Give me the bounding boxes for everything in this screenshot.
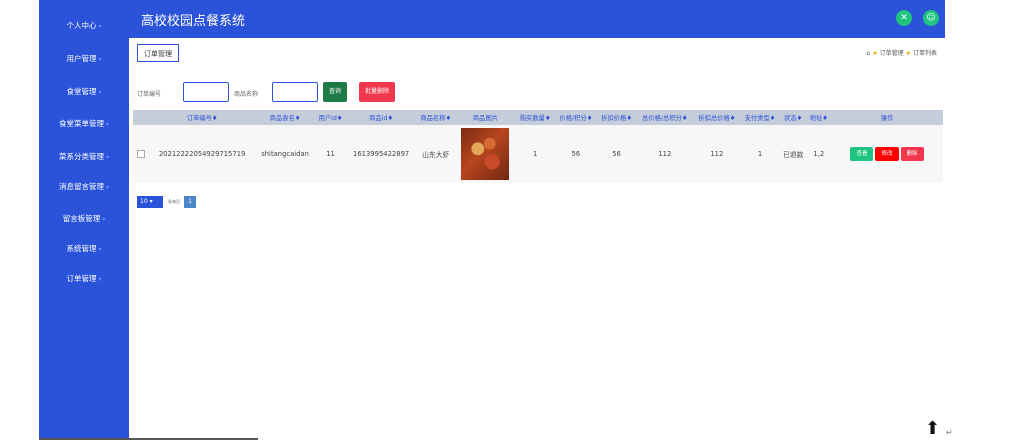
cell-discount-price: 56	[612, 150, 621, 158]
delete-button[interactable]: 删除	[900, 147, 924, 161]
star-icon: ★	[872, 50, 878, 57]
upload-icon[interactable]: ⬆	[925, 420, 940, 438]
row-select[interactable]	[133, 125, 149, 183]
column-header[interactable]: 购买数量♦	[515, 110, 554, 125]
sidebar-item-users[interactable]: 用户管理 ▾	[39, 53, 129, 64]
cell-actions: 查看 修改 删除	[831, 125, 943, 183]
page-number[interactable]: 1	[184, 196, 196, 208]
cell-discount-total: 112	[710, 150, 724, 158]
cell-total-price: 112	[658, 150, 672, 158]
sidebar-item-cuisine-category[interactable]: 菜系分类管理 ▾	[39, 151, 129, 162]
sidebar-item-label: 食堂管理	[66, 87, 97, 96]
return-mark-icon: ↵	[946, 428, 953, 437]
product-name-input[interactable]	[272, 82, 318, 102]
table-row: 20212222054929715719 shitangcaidan 11 16…	[133, 125, 943, 183]
sidebar: 个人中心 ▾ 用户管理 ▾ 食堂管理 ▾ 食堂菜单管理 ▾ 菜系分类管理 ▾ 消息留言管理…	[39, 0, 129, 438]
page-size-text: 条每页	[168, 199, 180, 204]
column-header: 操作	[880, 115, 894, 122]
chevron-down-icon: ▾	[98, 246, 102, 253]
chevron-down-icon: ▾	[98, 56, 102, 63]
column-header[interactable]: 折扣价格♦	[597, 110, 636, 125]
breadcrumb-item: 订单列表	[912, 50, 937, 57]
cell-pay-type: 1	[757, 150, 763, 158]
column-header[interactable]: 总价格/总积分♦	[636, 110, 693, 125]
edit-button[interactable]: 修改	[875, 147, 899, 161]
chevron-down-icon: ▾	[98, 89, 102, 96]
column-header[interactable]: 商品id♦	[346, 110, 416, 125]
sidebar-item-canteen[interactable]: 食堂管理 ▾	[39, 86, 129, 97]
header: 高校校园点餐系统 ✕ ☺	[39, 0, 945, 38]
home-icon[interactable]: ⌂	[866, 50, 870, 57]
chevron-down-icon: ▾	[105, 121, 109, 128]
sidebar-item-label: 消息留言管理	[58, 182, 104, 191]
column-header[interactable]: 用户id♦	[315, 110, 346, 125]
breadcrumb-item[interactable]: 订单管理	[880, 50, 904, 57]
sidebar-item-system[interactable]: 系统管理 ▾	[39, 243, 129, 254]
star-icon: ★	[905, 50, 911, 57]
order-no-input[interactable]	[183, 82, 229, 102]
column-header[interactable]: 折扣总价格♦	[693, 110, 740, 125]
column-header[interactable]: 状态♦	[780, 110, 807, 125]
view-button[interactable]: 查看	[850, 147, 874, 161]
cell-user-id: 11	[326, 150, 335, 158]
cell-price: 56	[571, 150, 581, 158]
column-header: 商品图片	[472, 115, 499, 122]
cell-address: 1,2	[813, 150, 825, 158]
sidebar-item-label: 食堂菜单管理	[58, 119, 104, 128]
order-no-label: 订单编号	[137, 91, 162, 98]
column-header[interactable]: 价格/积分♦	[555, 110, 597, 125]
column-header[interactable]: 商品名称♦	[416, 110, 455, 125]
query-button[interactable]: 查询	[323, 82, 348, 102]
cell-table-name: shitangcaidan	[261, 150, 309, 158]
cell-product-name: 山东大虾	[422, 151, 450, 159]
horizontal-scrollbar[interactable]	[39, 438, 258, 440]
product-name-label: 商品名称	[234, 91, 259, 98]
sidebar-item-label: 菜系分类管理	[58, 152, 104, 161]
cell-order-no: 20212222054929715719	[158, 150, 246, 158]
sidebar-item-label: 订单管理	[66, 274, 97, 283]
column-header[interactable]: 地址♦	[807, 110, 831, 125]
column-header[interactable]: 订单编号♦	[149, 110, 255, 125]
cell-status: 已退款	[782, 151, 804, 159]
sidebar-item-orders[interactable]: 订单管理 ▾	[39, 273, 129, 284]
close-icon[interactable]: ✕	[896, 10, 912, 26]
select-all-header[interactable]	[133, 110, 149, 125]
cell-product-image	[455, 125, 515, 183]
cell-quantity: 1	[533, 150, 538, 158]
app-title: 高校校园点餐系统	[141, 14, 246, 29]
page-size-value: 10	[140, 198, 148, 205]
chevron-down-icon: ▾	[149, 198, 153, 205]
chevron-down-icon: ▾	[105, 154, 109, 161]
column-header[interactable]: 商品表名♦	[255, 110, 315, 125]
chevron-down-icon: ▾	[102, 216, 106, 223]
product-image	[461, 128, 510, 180]
chevron-down-icon: ▾	[105, 184, 109, 191]
row-checkbox[interactable]	[137, 150, 145, 158]
sidebar-item-messages[interactable]: 消息留言管理 ▾	[39, 181, 129, 192]
table-header-row: 订单编号♦ 商品表名♦ 用户id♦ 商品id♦ 商品名称♦ 商品图片 购买数量♦…	[133, 110, 943, 125]
orders-table: 订单编号♦ 商品表名♦ 用户id♦ 商品id♦ 商品名称♦ 商品图片 购买数量♦…	[133, 110, 943, 183]
app-window: 个人中心 ▾ 用户管理 ▾ 食堂管理 ▾ 食堂菜单管理 ▾ 菜系分类管理 ▾ 消息留言管理…	[39, 0, 945, 438]
sidebar-item-label: 用户管理	[66, 54, 97, 63]
user-icon[interactable]: ☺	[923, 10, 939, 26]
sidebar-item-message-board[interactable]: 留言板管理 ▾	[39, 213, 129, 224]
sidebar-item-canteen-menu[interactable]: 食堂菜单管理 ▾	[39, 118, 129, 129]
sidebar-item-label: 留言板管理	[62, 214, 101, 223]
tab-orders[interactable]: 订单管理	[137, 44, 179, 62]
main-content: 订单管理 ⌂ ★ 订单管理 ★ 订单列表 订单编号 商品名称 查询 批量删除 订单编号♦…	[129, 38, 945, 438]
batch-delete-button[interactable]: 批量删除	[359, 82, 396, 102]
sidebar-item-label: 系统管理	[66, 244, 97, 253]
cell-product-id: 1613995422897	[353, 150, 410, 158]
breadcrumb: ⌂ ★ 订单管理 ★ 订单列表	[866, 48, 937, 57]
chevron-down-icon: ▾	[98, 276, 102, 283]
column-header[interactable]: 支付类型♦	[740, 110, 779, 125]
page-size-select[interactable]: 10 ▾	[137, 196, 163, 208]
